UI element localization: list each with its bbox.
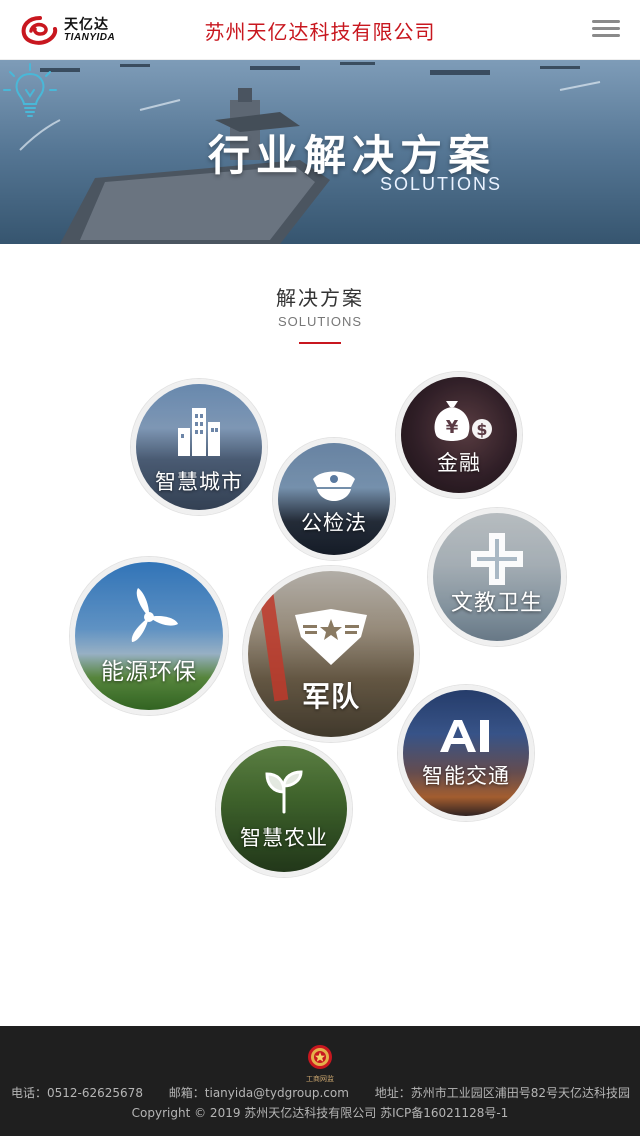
company-name: 苏州天亿达科技有限公司 bbox=[204, 20, 436, 44]
svg-text:¥: ¥ bbox=[446, 417, 459, 438]
solution-label: 智能交通 bbox=[422, 764, 510, 788]
footer: 工商网监 电话：0512-62625678 邮箱：tianyida@tydgro… bbox=[0, 1026, 640, 1136]
solution-label: 军队 bbox=[301, 680, 360, 713]
footer-copyright: Copyright © 2019 苏州天亿达科技有限公司 苏ICP备160211… bbox=[131, 1106, 509, 1120]
header: 天亿达 TIANYIDA 苏州天亿达科技有限公司 bbox=[0, 0, 640, 60]
solution-label: 智慧城市 bbox=[155, 470, 243, 494]
wind-turbine-icon bbox=[131, 588, 178, 642]
hero-banner: 行业解决方案 SOLUTIONS bbox=[0, 60, 640, 244]
solution-label: 智慧农业 bbox=[240, 826, 328, 850]
solution-finance[interactable]: ¥ $ 金融 bbox=[396, 372, 522, 498]
city-buildings-icon bbox=[178, 408, 220, 456]
footer-email[interactable]: 邮箱：tianyida@tydgroup.com bbox=[169, 1086, 349, 1100]
solution-smart-city[interactable]: 智慧城市 bbox=[131, 379, 267, 515]
plant-sprout-icon bbox=[265, 770, 303, 814]
solution-education-health[interactable]: 文教卫生 bbox=[428, 508, 566, 646]
solution-energy-environment[interactable]: 能源环保 bbox=[70, 557, 228, 715]
solution-military[interactable]: 军队 bbox=[243, 566, 419, 742]
solution-smart-agriculture[interactable]: 智慧农业 bbox=[216, 741, 352, 877]
business-license-badge-icon[interactable] bbox=[305, 1043, 335, 1073]
section-divider bbox=[299, 342, 341, 344]
solution-label: 金融 bbox=[437, 451, 481, 475]
solution-label: 能源环保 bbox=[101, 659, 197, 685]
section-title: 解决方案 bbox=[276, 286, 364, 310]
footer-contact: 电话：0512-62625678 邮箱：tianyida@tydgroup.co… bbox=[0, 1084, 640, 1101]
military-emblem-icon bbox=[295, 609, 367, 665]
medical-cross-icon bbox=[471, 533, 523, 585]
banner-subtitle: SOLUTIONS bbox=[380, 174, 503, 194]
footer-phone: 电话：0512-62625678 bbox=[11, 1086, 143, 1100]
hamburger-menu-icon[interactable] bbox=[592, 20, 620, 40]
section-subtitle: SOLUTIONS bbox=[277, 314, 363, 329]
svg-text:$: $ bbox=[476, 420, 487, 439]
footer-address: 地址：苏州市工业园区浦田号82号天亿达科技园 bbox=[374, 1086, 631, 1100]
badge-text: 工商网监 bbox=[306, 1075, 334, 1083]
solution-smart-traffic[interactable]: 智能交通 bbox=[398, 685, 534, 821]
police-cap-icon bbox=[313, 471, 355, 501]
lightbulb-icon bbox=[3, 63, 57, 117]
page: 天亿达 TIANYIDA 苏州天亿达科技有限公司 行业解决方案 SOLUTION… bbox=[0, 0, 640, 1136]
solution-label: 文教卫生 bbox=[450, 591, 543, 616]
ai-icon bbox=[440, 720, 489, 752]
money-bag-icon: ¥ $ bbox=[434, 401, 492, 441]
solution-label: 公检法 bbox=[301, 511, 367, 535]
solution-public-security[interactable]: 公检法 bbox=[273, 438, 395, 560]
